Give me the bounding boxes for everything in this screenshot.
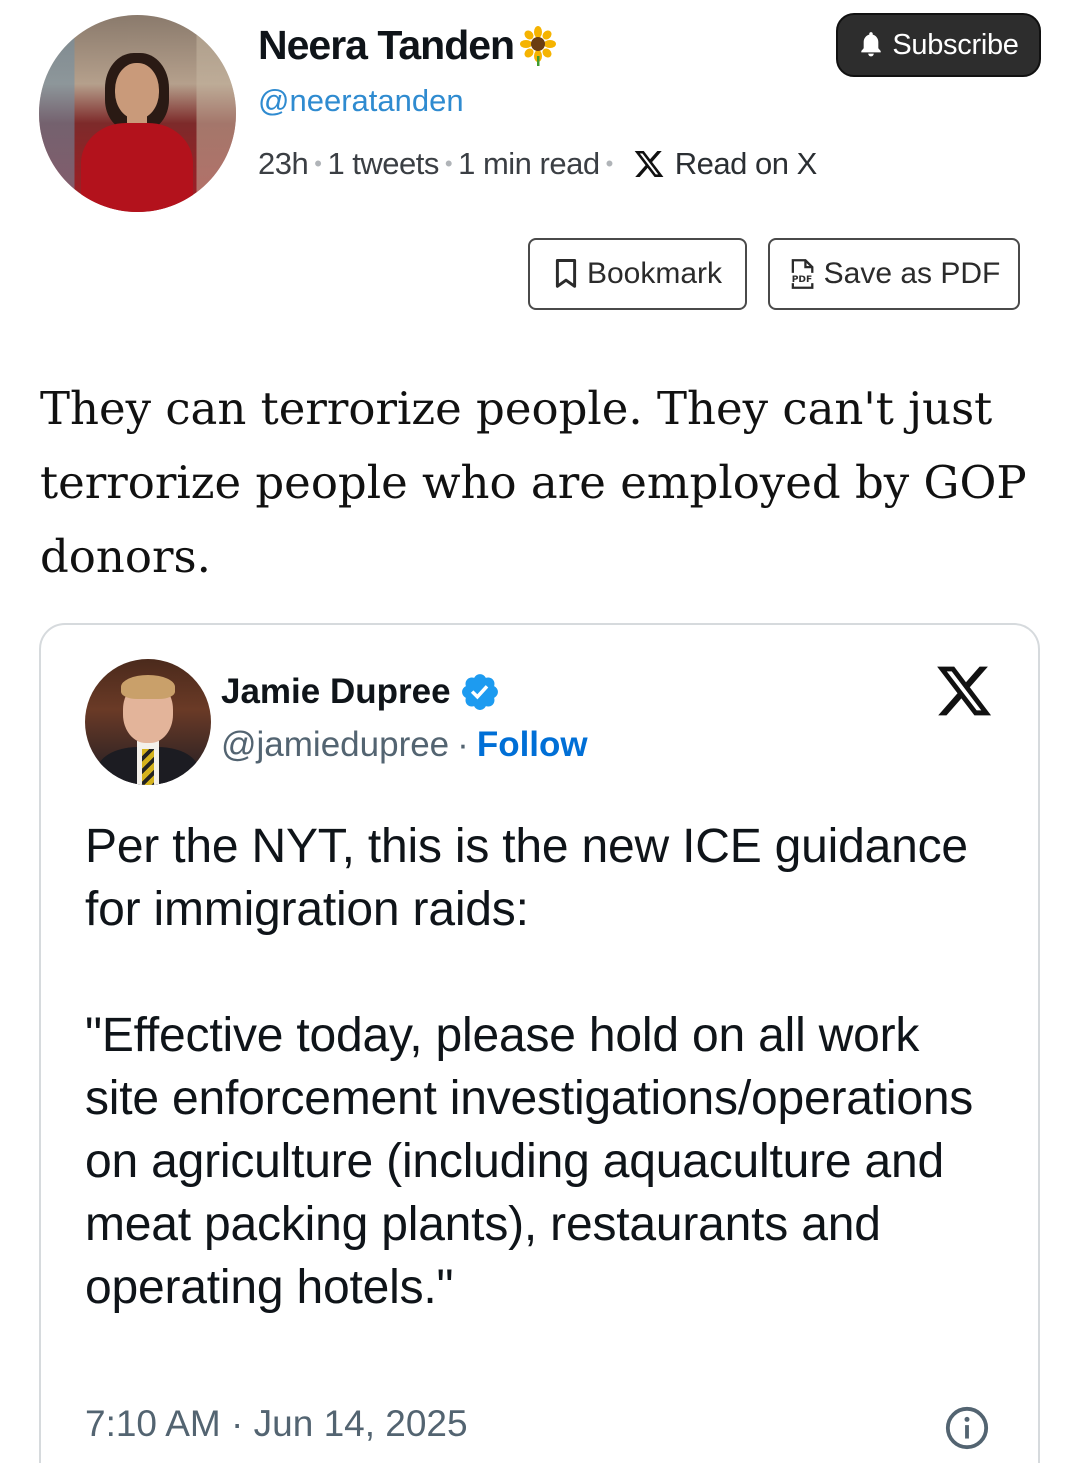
subscribe-label: Subscribe [892,28,1019,61]
meta-separator: • [444,151,453,176]
svg-text:PDF: PDF [791,275,812,285]
embed-paragraph: Per the NYT, this is the new ICE guidanc… [85,820,968,936]
post-age: 23h [258,146,309,181]
meta-separator: • [605,151,614,176]
embed-avatar[interactable] [85,659,211,785]
subscribe-button[interactable]: Subscribe [836,13,1041,77]
post-text: They can terrorize people. They can't ju… [40,382,1027,583]
save-as-pdf-button[interactable]: PDF Save as PDF [768,238,1020,310]
sunflower-icon [518,25,558,66]
embed-paragraph: "Effective today, please hold on all wor… [85,1009,974,1314]
pdf-icon: PDF [789,259,815,289]
author-avatar[interactable] [39,15,236,212]
bell-icon [861,32,882,57]
info-icon[interactable] [944,1405,990,1451]
verified-badge-icon [461,674,498,710]
bookmark-button[interactable]: Bookmark [528,238,747,310]
save-as-pdf-label: Save as PDF [823,257,1001,290]
embed-author-name-text: Jamie Dupree [221,672,451,711]
embed-author-handle-row: @jamiedupree · Follow [221,725,588,765]
follow-button[interactable]: Follow [477,725,588,765]
meta-separator: • [314,151,322,176]
read-time: 1 min read [458,146,600,181]
embed-author-name[interactable]: Jamie Dupree [221,671,501,713]
read-on-x-link[interactable]: Read on X [633,146,817,182]
bookmark-label: Bookmark [586,257,723,290]
embed-author-handle[interactable]: @jamiedupree [221,725,449,765]
post-meta: 23h • 1 tweets • 1 min read • Read on X [258,146,817,182]
tweet-count: 1 tweets [327,146,439,181]
embed-tweet-text: Per the NYT, this is the new ICE guidanc… [85,815,1005,1319]
read-on-x-label: Read on X [674,146,818,181]
embedded-tweet[interactable]: Jamie Dupree @jamiedupree · Follow Per t… [39,623,1040,1463]
embed-timestamp[interactable]: 7:10 AM · Jun 14, 2025 [85,1403,468,1445]
handle-separator: · [457,725,469,764]
author-handle[interactable]: @neeratanden [258,83,464,119]
author-name-text: Neera Tanden [258,22,515,68]
author-name[interactable]: Neera Tanden [258,22,558,69]
x-logo-icon[interactable] [934,661,994,721]
bookmark-icon [555,258,577,288]
x-logo-icon [634,151,664,177]
